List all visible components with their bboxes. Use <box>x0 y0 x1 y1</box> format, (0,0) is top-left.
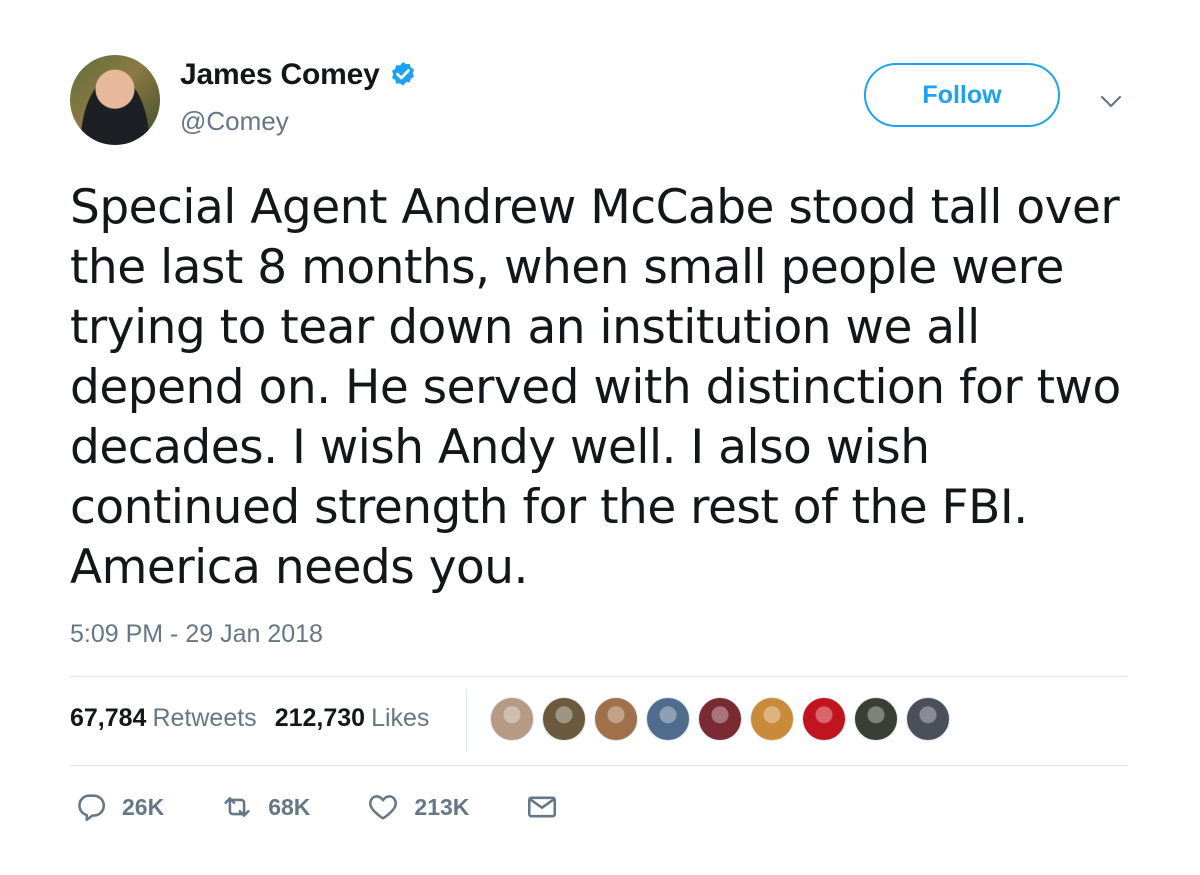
reply-button[interactable]: 26K <box>74 790 164 824</box>
tweet-line: trying to tear down an institution we al… <box>70 300 980 355</box>
liker-avatar[interactable] <box>906 697 950 741</box>
retweets-count: 67,784 <box>70 704 147 732</box>
retweets-stat[interactable]: 67,784 Retweets <box>70 704 257 733</box>
follow-button[interactable]: Follow <box>864 63 1060 127</box>
likes-stat[interactable]: 212,730 Likes <box>275 704 430 733</box>
tweet-line: depend on. He served with distinction fo… <box>70 360 1121 415</box>
retweet-button[interactable]: 68K <box>220 790 310 824</box>
reply-count: 26K <box>122 793 165 820</box>
tweet-line: the last 8 months, when small people wer… <box>70 240 1064 295</box>
tweet-line: continued strength for the rest of the F… <box>70 480 1028 535</box>
tweet-text: Special Agent Andrew McCabe stood tall o… <box>70 178 1160 598</box>
liker-avatar[interactable] <box>802 697 846 741</box>
reply-icon <box>78 794 106 822</box>
avatar[interactable] <box>70 55 160 145</box>
liker-avatar[interactable] <box>594 697 638 741</box>
chevron-down-icon[interactable] <box>1098 92 1124 112</box>
display-name[interactable]: James Comey <box>180 58 380 92</box>
envelope-icon <box>528 796 557 818</box>
divider <box>70 676 1128 677</box>
tweet-line: Special Agent Andrew McCabe stood tall o… <box>70 180 1120 235</box>
liker-avatar[interactable] <box>854 697 898 741</box>
tweet-timestamp[interactable]: 5:09 PM - 29 Jan 2018 <box>70 620 323 649</box>
likes-count: 212,730 <box>274 704 366 732</box>
user-handle[interactable]: @Comey <box>180 106 289 137</box>
divider <box>70 765 1128 766</box>
retweet-icon <box>224 797 250 817</box>
liker-avatar[interactable] <box>490 697 534 741</box>
retweet-count: 68K <box>268 793 311 820</box>
liker-avatars <box>490 697 950 741</box>
liker-avatar[interactable] <box>646 697 690 741</box>
like-button[interactable]: 213K <box>366 790 469 824</box>
likes-label: Likes <box>371 704 430 732</box>
display-name-row[interactable]: James Comey <box>180 58 418 92</box>
like-count: 213K <box>414 793 470 820</box>
tweet-stats: 67,784 Retweets 212,730 Likes <box>70 704 429 733</box>
liker-avatar[interactable] <box>542 697 586 741</box>
heart-icon <box>369 795 398 820</box>
direct-message-button[interactable] <box>525 790 559 824</box>
tweet-line: America needs you. <box>70 540 529 595</box>
tweet-actions: 26K 68K 213K <box>74 790 615 824</box>
stats-separator <box>466 690 467 752</box>
liker-avatar[interactable] <box>750 697 794 741</box>
liker-avatar[interactable] <box>698 697 742 741</box>
verified-badge-icon <box>388 60 418 90</box>
retweets-label: Retweets <box>152 704 257 732</box>
tweet-line: decades. I wish Andy well. I also wish <box>70 420 930 475</box>
